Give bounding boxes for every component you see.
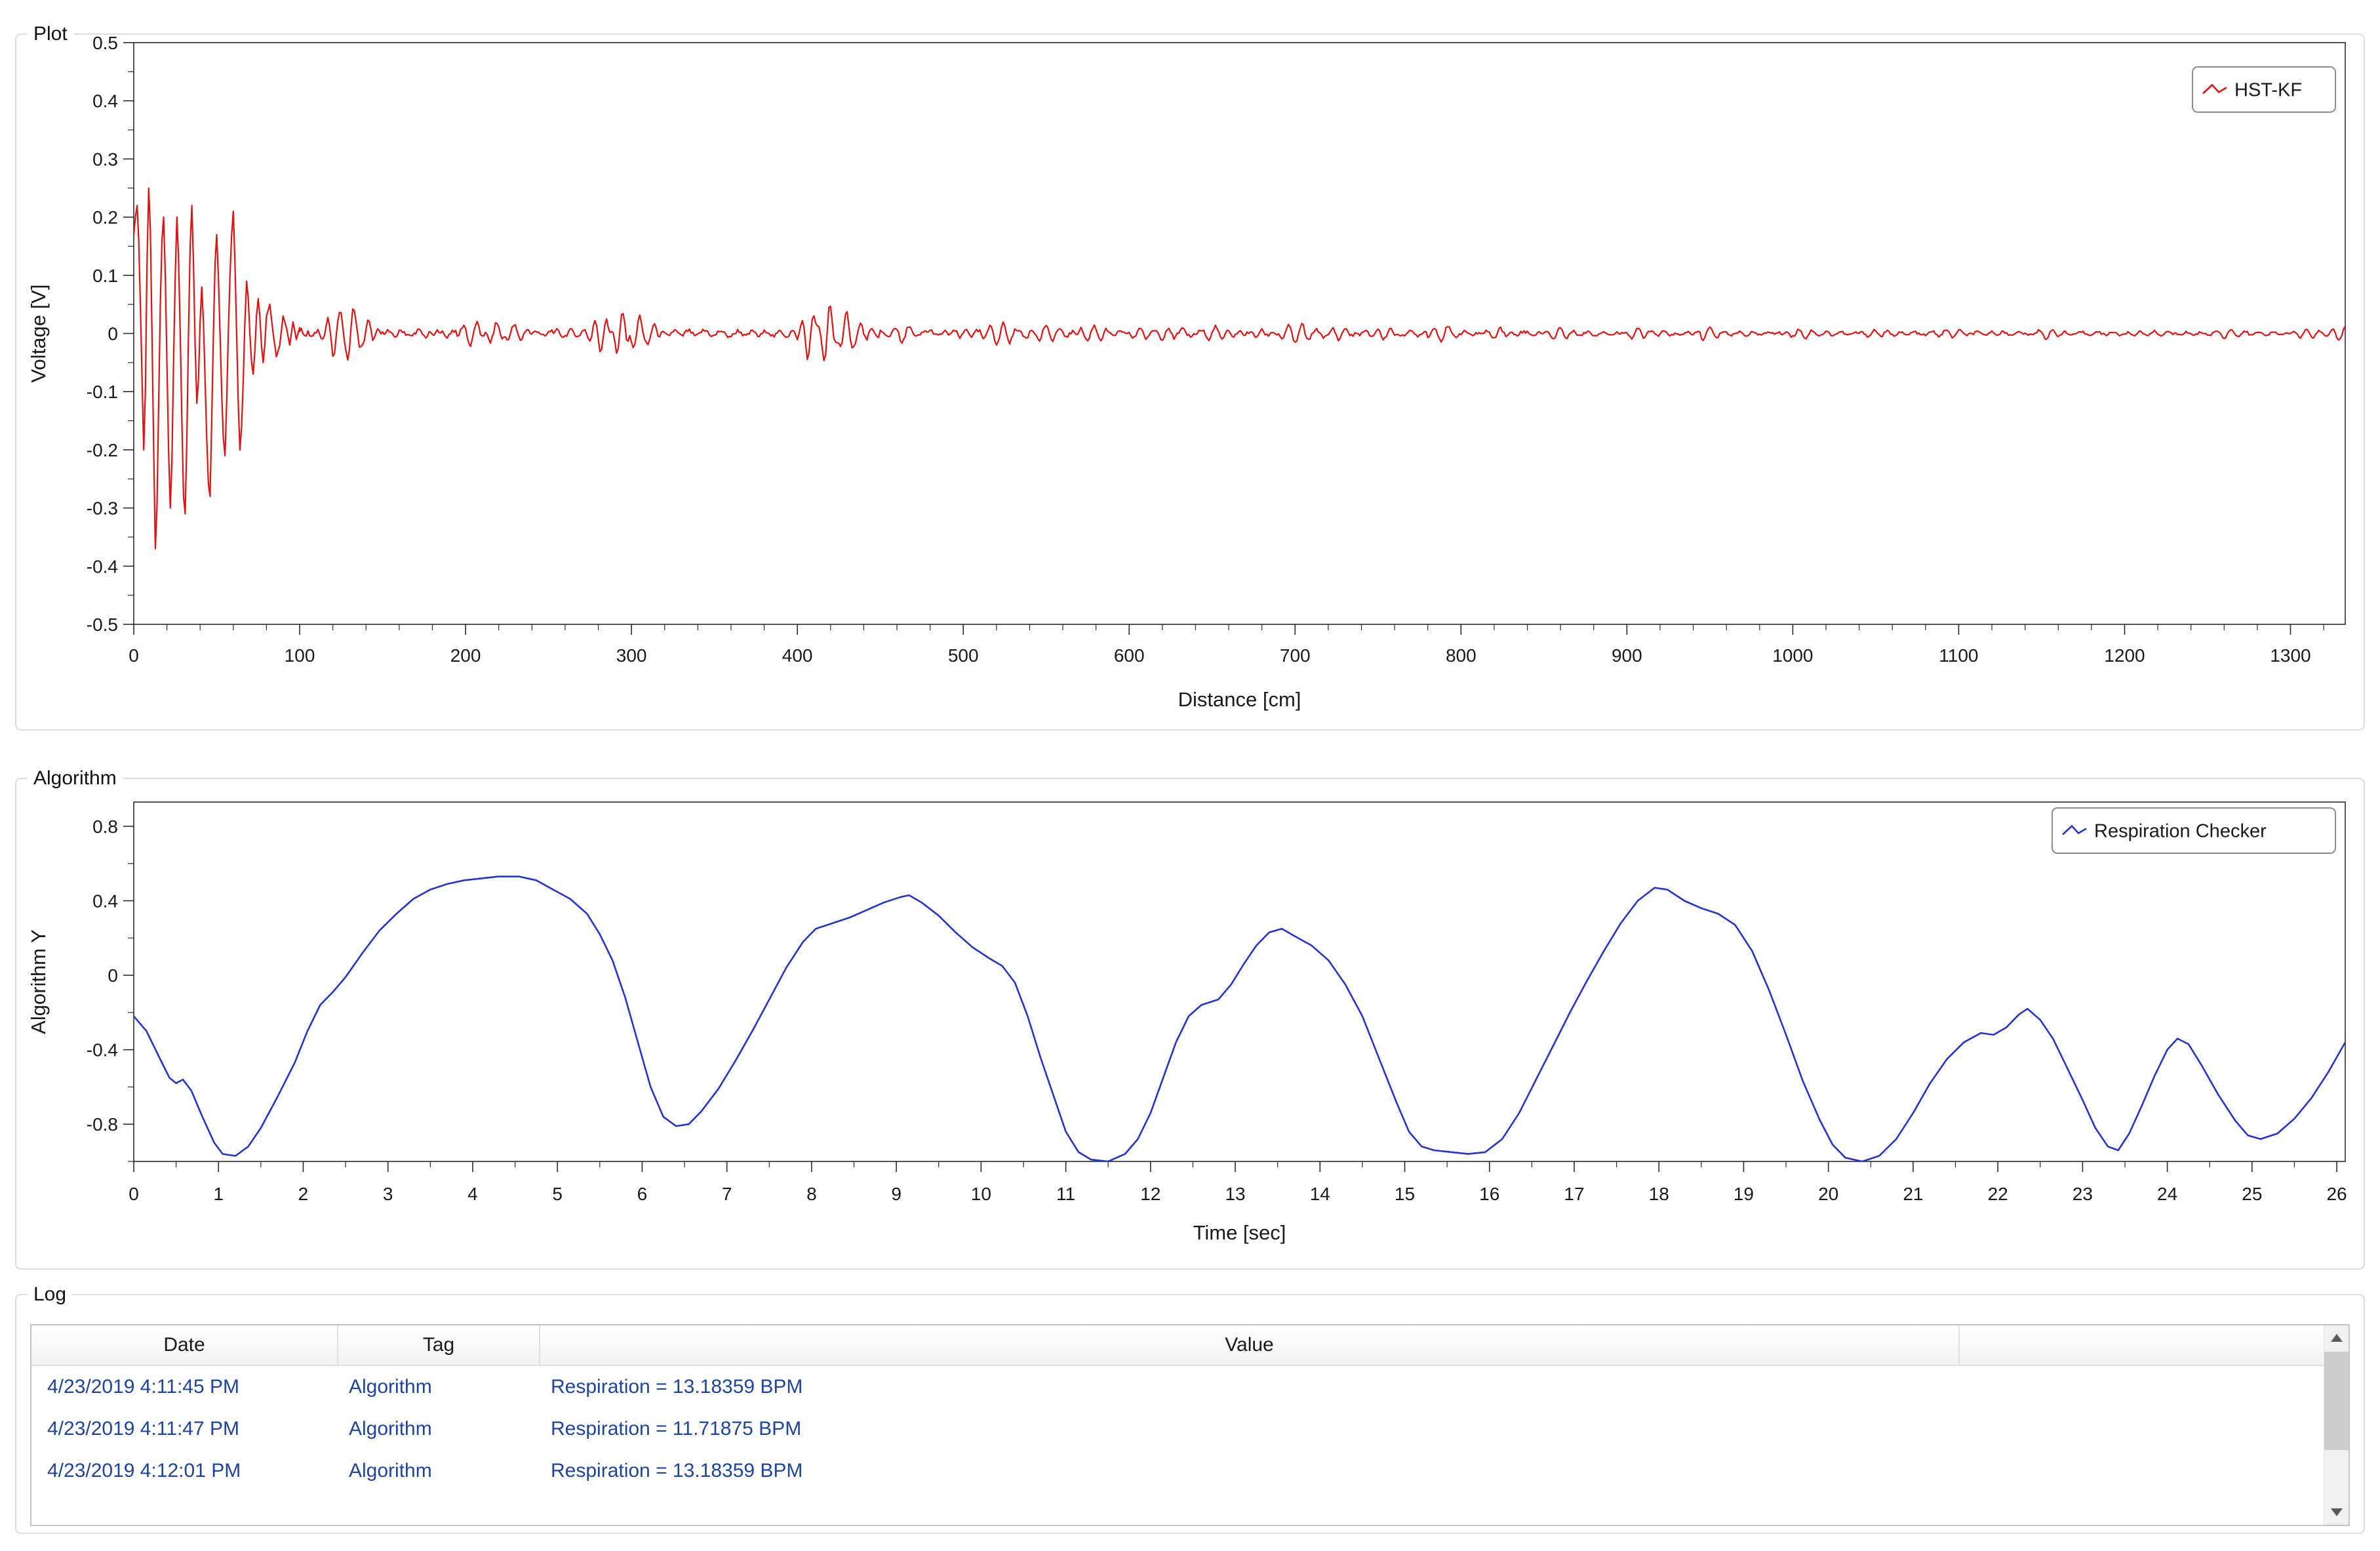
- svg-text:-0.1: -0.1: [87, 382, 118, 402]
- svg-text:0: 0: [129, 1184, 139, 1204]
- svg-text:0.8: 0.8: [92, 816, 118, 837]
- log-cell-tag: Algorithm: [349, 1418, 432, 1440]
- log-cell-tag: Algorithm: [349, 1376, 432, 1398]
- svg-text:1: 1: [213, 1184, 224, 1204]
- svg-text:8: 8: [806, 1184, 817, 1204]
- log-cell-value: Respiration = 11.71875 BPM: [551, 1418, 802, 1440]
- log-column-header-tag[interactable]: Tag: [338, 1325, 540, 1365]
- svg-text:1100: 1100: [1939, 645, 1978, 666]
- application-window: Plot 0 100 200 300 400 500 600 700 800 900 1000 110…: [0, 0, 2380, 1551]
- svg-text:18: 18: [1649, 1184, 1669, 1204]
- log-scrollbar[interactable]: [2324, 1325, 2349, 1525]
- svg-text:14: 14: [1310, 1184, 1330, 1204]
- y-axis-label: Algorithm Y: [27, 929, 50, 1034]
- scroll-down-button[interactable]: [2324, 1500, 2349, 1525]
- legend-label: HST-KF: [2234, 80, 2302, 101]
- svg-text:0: 0: [129, 645, 139, 666]
- svg-text:24: 24: [2157, 1184, 2177, 1204]
- svg-text:20: 20: [1818, 1184, 1838, 1204]
- svg-text:9: 9: [891, 1184, 902, 1204]
- svg-text:10: 10: [971, 1184, 991, 1204]
- svg-text:0: 0: [108, 965, 118, 986]
- svg-text:6: 6: [637, 1184, 648, 1204]
- svg-text:17: 17: [1564, 1184, 1584, 1204]
- svg-text:12: 12: [1140, 1184, 1160, 1204]
- log-cell-value: Respiration = 13.18359 BPM: [551, 1460, 803, 1481]
- svg-text:0.3: 0.3: [92, 149, 118, 169]
- svg-text:-0.3: -0.3: [87, 498, 118, 519]
- svg-text:22: 22: [1988, 1184, 2008, 1204]
- svg-text:400: 400: [782, 645, 813, 666]
- svg-text:0.4: 0.4: [92, 91, 118, 111]
- svg-text:100: 100: [285, 645, 315, 666]
- svg-text:1200: 1200: [2104, 645, 2145, 666]
- svg-text:700: 700: [1280, 645, 1311, 666]
- svg-text:19: 19: [1734, 1184, 1754, 1204]
- log-column-header-value[interactable]: Value: [540, 1325, 1960, 1365]
- scrollbar-thumb[interactable]: [2324, 1352, 2349, 1450]
- svg-text:16: 16: [1479, 1184, 1499, 1204]
- log-table-header: Date Tag Value: [31, 1325, 2324, 1366]
- svg-text:1300: 1300: [2270, 645, 2311, 666]
- x-axis-label: Distance [cm]: [1178, 688, 1301, 711]
- log-table: Date Tag Value 4/23/2019 4:11:45 PM Algor…: [30, 1324, 2350, 1526]
- svg-text:4: 4: [467, 1184, 478, 1204]
- svg-text:900: 900: [1612, 645, 1642, 666]
- chart-legend: HST-KF: [2192, 66, 2336, 113]
- svg-text:1000: 1000: [1772, 645, 1813, 666]
- log-row[interactable]: 4/23/2019 4:11:47 PM Algorithm Respiration…: [31, 1408, 2349, 1450]
- svg-text:2: 2: [298, 1184, 309, 1204]
- svg-text:-0.4: -0.4: [87, 556, 118, 576]
- svg-text:-0.4: -0.4: [87, 1040, 118, 1060]
- log-row[interactable]: 4/23/2019 4:11:45 PM Algorithm Respiration…: [31, 1366, 2349, 1408]
- log-panel-title: Log: [33, 1283, 67, 1305]
- svg-text:23: 23: [2073, 1184, 2093, 1204]
- svg-text:5: 5: [552, 1184, 563, 1204]
- log-cell-date: 4/23/2019 4:11:45 PM: [47, 1376, 239, 1398]
- log-cell-date: 4/23/2019 4:12:01 PM: [47, 1460, 241, 1481]
- plot-frame: [133, 801, 2346, 1162]
- log-cell-date: 4/23/2019 4:11:47 PM: [47, 1418, 239, 1440]
- svg-text:11: 11: [1056, 1184, 1075, 1204]
- svg-text:0: 0: [108, 324, 118, 344]
- svg-text:13: 13: [1225, 1184, 1245, 1204]
- x-axis-label: Time [sec]: [1193, 1221, 1286, 1244]
- svg-text:-0.2: -0.2: [87, 440, 118, 460]
- scroll-up-button[interactable]: [2324, 1325, 2349, 1350]
- svg-text:200: 200: [450, 645, 481, 666]
- respiration-time-chart[interactable]: 0 1 2 3 4 5 6 7 8 9 10 11 12 13 14 15 16 17 18 19 20 21 22 23 24…: [15, 780, 2362, 1269]
- log-cell-value: Respiration = 13.18359 BPM: [551, 1376, 803, 1398]
- svg-text:0.4: 0.4: [92, 891, 118, 911]
- svg-text:800: 800: [1446, 645, 1477, 666]
- y-axis-label: Voltage [V]: [27, 285, 50, 383]
- svg-text:21: 21: [1903, 1184, 1923, 1204]
- svg-text:-0.5: -0.5: [87, 614, 118, 635]
- svg-text:600: 600: [1114, 645, 1145, 666]
- chart-legend: Respiration Checker: [2052, 807, 2336, 854]
- legend-label: Respiration Checker: [2094, 821, 2267, 842]
- svg-text:3: 3: [383, 1184, 393, 1204]
- log-row[interactable]: 4/23/2019 4:12:01 PM Algorithm Respiration…: [31, 1450, 2349, 1492]
- svg-text:0.1: 0.1: [92, 266, 118, 286]
- log-column-header-filler: [1960, 1325, 2324, 1365]
- svg-text:0.5: 0.5: [92, 33, 118, 53]
- svg-text:26: 26: [2326, 1184, 2347, 1204]
- log-cell-tag: Algorithm: [349, 1460, 432, 1481]
- svg-text:0.2: 0.2: [92, 207, 118, 228]
- voltage-distance-chart[interactable]: 0 100 200 300 400 500 600 700 800 900 1000 1100 1200…: [15, 33, 2362, 729]
- svg-text:500: 500: [948, 645, 979, 666]
- plot-frame: [133, 42, 2346, 625]
- svg-text:7: 7: [722, 1184, 732, 1204]
- svg-text:-0.8: -0.8: [87, 1114, 118, 1135]
- log-column-header-date[interactable]: Date: [31, 1325, 338, 1365]
- svg-text:15: 15: [1395, 1184, 1415, 1204]
- log-rows: 4/23/2019 4:11:45 PM Algorithm Respiration…: [31, 1366, 2349, 1492]
- svg-text:300: 300: [616, 645, 647, 666]
- svg-text:25: 25: [2242, 1184, 2262, 1204]
